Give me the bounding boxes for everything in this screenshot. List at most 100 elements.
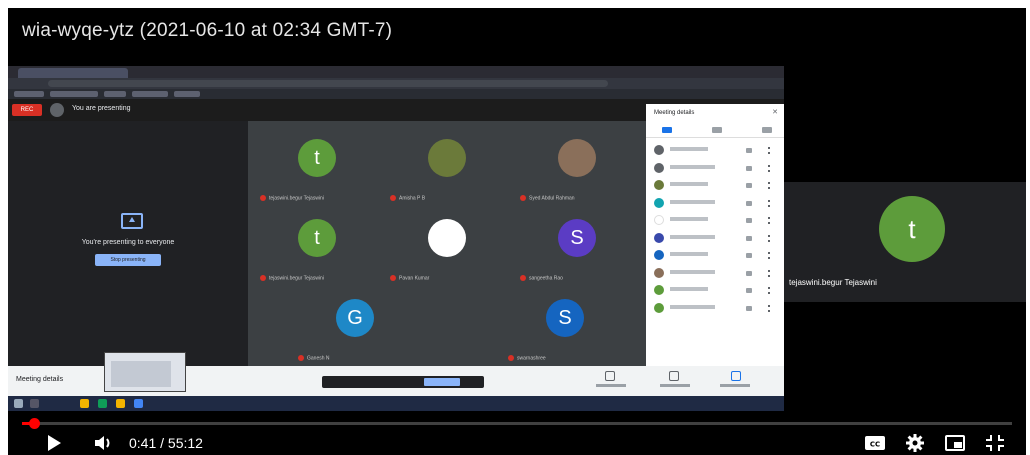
meet-bottom-bar: Meeting details — [8, 352, 784, 396]
search-icon[interactable] — [30, 399, 39, 408]
bookmark-item — [132, 91, 168, 97]
settings-gear-icon[interactable] — [904, 434, 926, 452]
video-title: wia-wyqe-ytz (2021-06-10 at 02:34 GMT-7) — [22, 20, 393, 41]
time-display: 0:41 / 55:12 — [129, 435, 203, 451]
files-icon[interactable] — [116, 399, 125, 408]
participant-name-placeholder — [670, 287, 708, 291]
participant-grid: t tejaswini.begur Tejaswini Amisha P B Syed… — [248, 121, 646, 366]
avatar: t — [298, 219, 336, 257]
participant-row[interactable] — [646, 282, 784, 300]
captions-icon[interactable]: CC — [864, 434, 886, 452]
avatar — [428, 219, 466, 257]
volume-icon[interactable] — [94, 434, 116, 452]
progress-bar[interactable] — [22, 422, 1012, 425]
participant-tile: t tejaswini.begur Tejaswini — [784, 182, 1026, 302]
captions-icon[interactable] — [669, 371, 679, 381]
stop-presenting-button[interactable]: Stop presenting — [95, 254, 161, 266]
participant-row[interactable] — [646, 265, 784, 283]
mic-icon — [746, 200, 752, 206]
bookmark-item — [174, 91, 200, 97]
address-box — [48, 80, 608, 87]
exit-fullscreen-icon[interactable] — [984, 434, 1006, 452]
presenting-pane: You're presenting to everyone Stop prese… — [8, 121, 248, 366]
participant-name-placeholder — [670, 164, 715, 169]
meeting-details-panel: Meeting details ✕ — [646, 104, 784, 366]
participant-row[interactable] — [646, 160, 784, 178]
recorded-screen: REC You are presenting You're presenting… — [8, 66, 784, 411]
participant-row[interactable] — [646, 230, 784, 248]
folder-icon[interactable] — [80, 399, 89, 408]
avatar — [654, 267, 664, 278]
panel-tabs — [646, 124, 784, 138]
participant-name: tejaswini.begur Tejaswini — [260, 275, 324, 281]
browser-tab — [18, 68, 128, 78]
mic-icon — [746, 218, 752, 223]
avatar: t — [879, 196, 945, 262]
avatar: G — [336, 299, 374, 337]
participant-tile: t tejaswini.begur Tejaswini — [254, 209, 380, 285]
participant-row[interactable] — [646, 177, 784, 195]
more-options-icon[interactable] — [768, 164, 770, 172]
participant-name-placeholder — [670, 182, 708, 186]
present-icon[interactable] — [731, 371, 741, 381]
presenting-message: You're presenting to everyone — [81, 239, 175, 246]
presenting-label: You are presenting — [72, 105, 131, 112]
people-tab[interactable] — [662, 127, 672, 133]
close-icon[interactable]: ✕ — [772, 108, 778, 116]
browser-icon[interactable] — [98, 399, 107, 408]
more-options-icon[interactable] — [768, 304, 770, 312]
activities-tab[interactable] — [762, 127, 772, 133]
meeting-details-button[interactable]: Meeting details — [16, 376, 63, 383]
present-label — [720, 384, 750, 387]
video-player[interactable]: wia-wyqe-ytz (2021-06-10 at 02:34 GMT-7)… — [8, 8, 1026, 455]
participant-name-placeholder — [670, 234, 715, 239]
more-options-icon[interactable] — [768, 147, 770, 154]
participant-row[interactable] — [646, 195, 784, 213]
raise-hand-icon[interactable] — [605, 371, 615, 381]
user-icon — [50, 103, 64, 117]
participant-name-placeholder — [670, 304, 715, 309]
more-options-icon[interactable] — [768, 182, 770, 189]
mic-icon — [746, 288, 752, 293]
os-taskbar — [8, 396, 784, 411]
miniplayer-icon[interactable] — [944, 434, 966, 452]
mic-icon — [746, 253, 752, 258]
participant-name: Ganesh N — [298, 355, 330, 361]
mic-icon — [746, 183, 752, 188]
participant-name: swarnashree — [508, 355, 546, 361]
participant-row[interactable] — [646, 300, 784, 318]
more-options-icon[interactable] — [768, 199, 770, 207]
participant-name-placeholder — [670, 252, 708, 256]
participant-name-placeholder — [670, 199, 715, 204]
participant-name: Amisha P B — [390, 195, 425, 201]
participant-tile: G Ganesh N — [292, 289, 418, 365]
more-options-icon[interactable] — [768, 234, 770, 242]
screen-share-icon — [121, 213, 143, 229]
participant-tile: Ssangeetha Rao — [514, 209, 640, 285]
more-options-icon[interactable] — [768, 252, 770, 259]
play-icon[interactable] — [48, 435, 61, 451]
captions-label — [660, 384, 690, 387]
window-thumbnail[interactable] — [104, 352, 186, 392]
mic-icon — [746, 305, 752, 311]
more-options-icon[interactable] — [768, 287, 770, 294]
avatar — [654, 285, 664, 295]
participant-row[interactable] — [646, 247, 784, 265]
chat-tab[interactable] — [712, 127, 722, 133]
toast-button[interactable] — [424, 378, 460, 386]
more-options-icon[interactable] — [768, 217, 770, 224]
presenting-bar: REC You are presenting — [8, 99, 248, 121]
browser-tab-strip — [8, 66, 784, 78]
scrubber-handle[interactable] — [29, 418, 41, 429]
more-options-icon[interactable] — [768, 269, 770, 277]
participant-name-placeholder — [670, 269, 715, 274]
participant-row[interactable] — [646, 142, 784, 160]
avatar: S — [546, 299, 584, 337]
app-icon[interactable] — [134, 399, 143, 408]
windows-icon[interactable] — [14, 399, 23, 408]
avatar — [558, 139, 596, 177]
participant-row[interactable] — [646, 212, 784, 230]
raise-hand-label — [596, 384, 626, 387]
mic-icon — [746, 270, 752, 276]
participant-tile: Syed Abdul Rahman — [514, 129, 640, 205]
